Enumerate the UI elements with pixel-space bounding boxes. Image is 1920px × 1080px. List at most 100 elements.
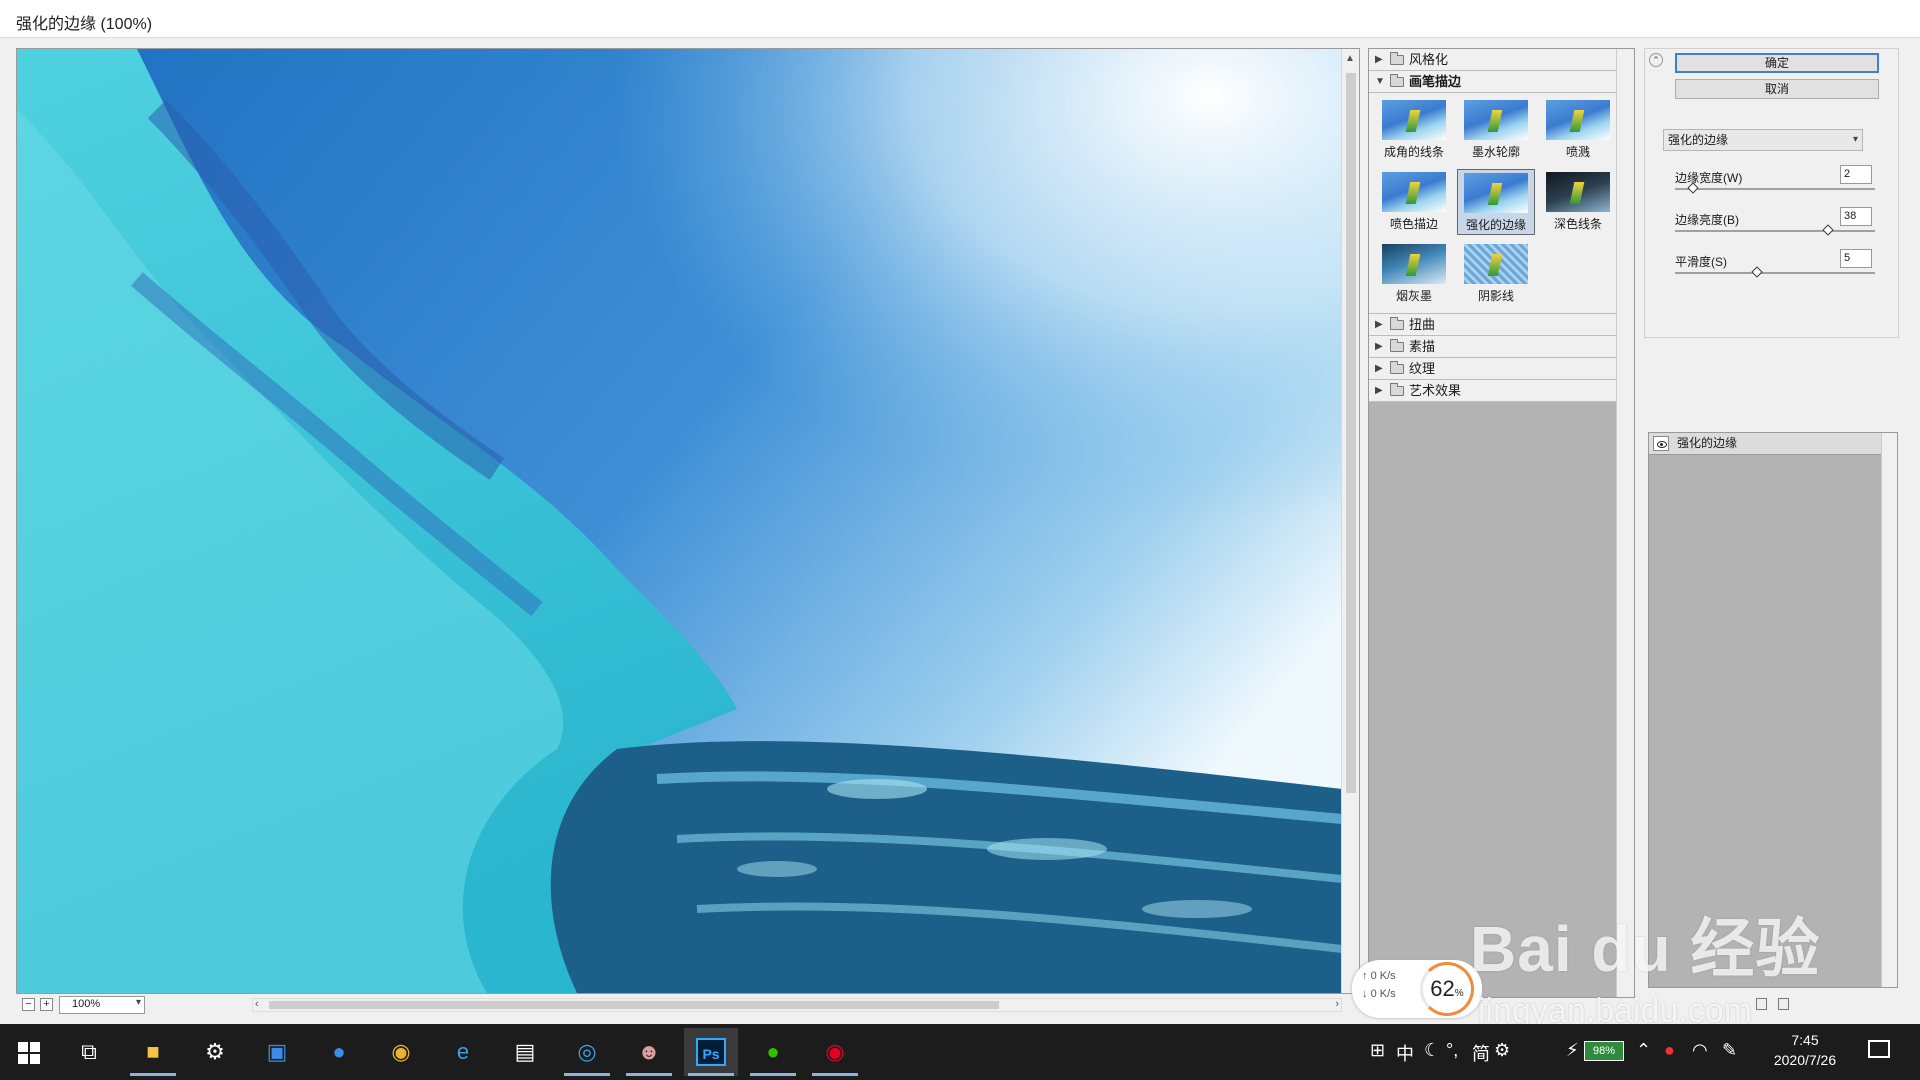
scroll-left-icon[interactable]: ‹ (255, 998, 259, 1010)
param-label: 边缘亮度(B) (1675, 213, 1739, 227)
filter-folder[interactable]: ▶ 纹理 (1369, 358, 1617, 380)
eye-icon[interactable] (1653, 436, 1669, 451)
photoshop-icon: Ps (696, 1038, 726, 1066)
expand-triangle-icon[interactable]: ▶ (1375, 314, 1383, 335)
scrollbar-thumb[interactable] (1346, 73, 1356, 793)
filter-folder[interactable]: ▶ 扭曲 (1369, 314, 1617, 336)
preview-horizontal-scrollbar[interactable]: ‹ › (252, 998, 1342, 1012)
collapse-panel-icon[interactable]: ⌃ (1649, 53, 1663, 67)
filter-type-select[interactable]: 强化的边缘 ▾ (1663, 129, 1863, 151)
scrollbar-thumb[interactable] (269, 1001, 999, 1009)
notification-center-icon[interactable] (1868, 1040, 1890, 1058)
chevron-up-icon[interactable]: ⌃ (1636, 1040, 1651, 1061)
delete-layer-icon[interactable] (1778, 998, 1789, 1010)
taskbar: ⧉ ■ ⚙ ▣ ● ◉ e ▤ ◎ ☻ Ps ● ◉ ⊞ 中 ☾ °, 简 ⚙ … (0, 1024, 1920, 1080)
punctuation-icon[interactable]: °, (1446, 1040, 1458, 1061)
task-view-icon: ⧉ (81, 1039, 97, 1064)
taskbar-file-explorer[interactable]: ■ (126, 1028, 180, 1076)
filter-thumbnail[interactable]: 喷溅 (1539, 97, 1617, 163)
filter-thumbnail[interactable]: 阴影线 (1457, 241, 1535, 307)
filter-preview-thumbnail (1464, 100, 1528, 140)
zoom-level-select[interactable]: 100% ▾ (59, 996, 145, 1014)
taskbar-store[interactable]: ▤ (498, 1028, 552, 1076)
taskbar-photos[interactable]: ▣ (250, 1028, 304, 1076)
taskbar-netease-music[interactable]: ◉ (808, 1028, 862, 1076)
filter-thumbnail[interactable]: 深色线条 (1539, 169, 1617, 235)
param-value-input[interactable]: 38 (1840, 207, 1872, 226)
slider-handle[interactable] (1751, 266, 1764, 278)
network-speed-widget[interactable]: ↑ 0 K/s ↓ 0 K/s 62% (1352, 960, 1482, 1018)
expand-triangle-icon[interactable]: ▶ (1375, 358, 1383, 379)
zoom-out-button[interactable]: − (22, 998, 35, 1011)
slider-track[interactable] (1675, 188, 1875, 190)
task-view-button[interactable]: ⧉ (62, 1028, 116, 1076)
avatar-icon: ☻ (637, 1039, 661, 1064)
effect-layers-scrollbar[interactable] (1881, 433, 1897, 987)
moon-icon[interactable]: ☾ (1424, 1040, 1440, 1061)
taskbar-wechat[interactable]: ● (746, 1028, 800, 1076)
expand-triangle-icon[interactable]: ▶ (1375, 49, 1383, 70)
cancel-button[interactable]: 取消 (1675, 79, 1879, 99)
filter-thumbnail-label: 墨水轮廓 (1471, 145, 1520, 159)
taskbar-photoshop[interactable]: Ps (684, 1028, 738, 1076)
gear-icon: ⚙ (205, 1039, 225, 1064)
filter-thumbnail[interactable]: 成角的线条 (1375, 97, 1453, 163)
filter-thumbnail-selected[interactable]: 强化的边缘 (1457, 169, 1535, 235)
filter-gallery-dialog: ▲ − + 100% ▾ ‹ › ▶ 风格化 ▼ 画笔描边 成角的线条 墨水轮廓… (0, 38, 1920, 1024)
collapse-triangle-icon[interactable]: ▼ (1375, 71, 1385, 92)
param-edge-width: 边缘宽度(W) 2 (1675, 165, 1880, 199)
ime-settings-icon[interactable]: ⚙ (1494, 1040, 1510, 1061)
filter-preview-thumbnail (1382, 100, 1446, 140)
pen-icon[interactable]: ✎ (1722, 1040, 1737, 1061)
filter-folder-open[interactable]: ▼ 画笔描边 (1369, 71, 1617, 93)
battery-indicator[interactable]: 98% (1584, 1041, 1624, 1061)
ime-grid-icon[interactable]: ⊞ (1370, 1040, 1385, 1061)
param-smoothness: 平滑度(S) 5 (1675, 249, 1880, 283)
filter-preview-thumbnail (1546, 100, 1610, 140)
slider-handle[interactable] (1822, 224, 1834, 236)
music-icon: ◉ (825, 1039, 845, 1064)
ok-button[interactable]: 确定 (1675, 53, 1879, 73)
folder-icon (1390, 74, 1404, 87)
ime-language[interactable]: 中 (1396, 1040, 1414, 1066)
taskbar-ie[interactable]: e (436, 1028, 490, 1076)
scroll-up-icon[interactable]: ▲ (1345, 53, 1355, 64)
power-plug-icon[interactable]: ⚡ (1566, 1040, 1579, 1061)
taskbar-settings[interactable]: ⚙ (188, 1028, 242, 1076)
filter-folder[interactable]: ▶ 风格化 (1369, 49, 1617, 71)
param-label: 边缘宽度(W) (1675, 171, 1743, 185)
taskbar-chrome[interactable]: ◉ (374, 1028, 428, 1076)
scroll-right-icon[interactable]: › (1335, 998, 1339, 1010)
slider-track[interactable] (1675, 230, 1875, 232)
ime-simplified[interactable]: 简 (1472, 1040, 1490, 1066)
filter-preview-thumbnail (1546, 172, 1610, 212)
new-layer-icon[interactable] (1756, 998, 1767, 1010)
taskbar-avatar-app[interactable]: ☻ (622, 1028, 676, 1076)
preview-vertical-scrollbar[interactable]: ▲ (1341, 49, 1359, 993)
qq-icon[interactable]: ● (1664, 1040, 1675, 1061)
system-clock[interactable]: 7:45 2020/7/26 (1760, 1030, 1850, 1070)
zoom-in-button[interactable]: + (40, 998, 53, 1011)
filter-list-scrollbar[interactable] (1616, 49, 1634, 997)
filter-thumbnail[interactable]: 墨水轮廓 (1457, 97, 1535, 163)
filter-thumbnail[interactable]: 喷色描边 (1375, 169, 1453, 235)
filter-list: ▶ 风格化 ▼ 画笔描边 成角的线条 墨水轮廓 喷溅 喷色描边 强化的边缘 深色… (1369, 49, 1617, 402)
param-value-input[interactable]: 5 (1840, 249, 1872, 268)
effect-layer-row[interactable]: 强化的边缘 (1649, 433, 1881, 455)
expand-triangle-icon[interactable]: ▶ (1375, 336, 1383, 357)
slider-track[interactable] (1675, 272, 1875, 274)
filter-folder[interactable]: ▶ 艺术效果 (1369, 380, 1617, 402)
wifi-icon[interactable]: ◠ (1692, 1040, 1708, 1061)
param-value-input[interactable]: 2 (1840, 165, 1872, 184)
filter-folder-label: 艺术效果 (1409, 383, 1462, 398)
taskbar-app-l[interactable]: ● (312, 1028, 366, 1076)
filter-folder-label: 风格化 (1409, 52, 1449, 67)
filter-thumbnail-label: 喷色描边 (1389, 217, 1438, 231)
start-button[interactable] (2, 1028, 56, 1076)
preview-image[interactable] (17, 49, 1342, 993)
filter-folder[interactable]: ▶ 素描 (1369, 336, 1617, 358)
filter-thumbnail[interactable]: 烟灰墨 (1375, 241, 1453, 307)
taskbar-search-app[interactable]: ◎ (560, 1028, 614, 1076)
expand-triangle-icon[interactable]: ▶ (1375, 380, 1383, 401)
preview-pane[interactable]: ▲ (16, 48, 1360, 994)
